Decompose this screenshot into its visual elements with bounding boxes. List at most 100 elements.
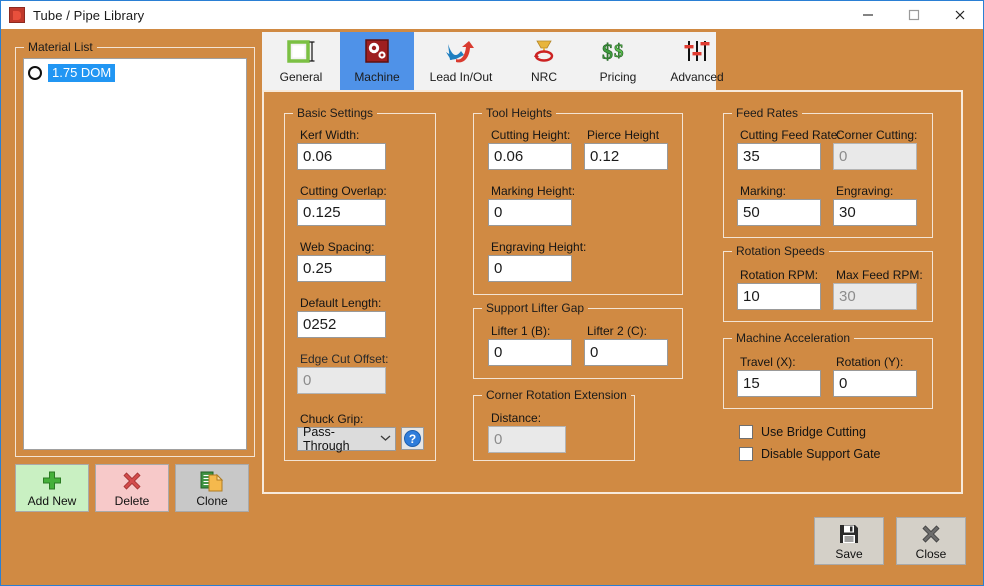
- marking-height-label: Marking Height:: [491, 184, 576, 198]
- clone-label: Clone: [196, 494, 228, 508]
- window-controls: [845, 1, 983, 29]
- add-new-button[interactable]: Add New: [15, 464, 89, 512]
- disable-support-gate-label: Disable Support Gate: [761, 447, 881, 461]
- travel-x-label: Travel (X):: [740, 355, 796, 369]
- close-label: Close: [915, 547, 947, 561]
- default-length-input[interactable]: 0252: [297, 311, 386, 338]
- tab-machine[interactable]: Machine: [340, 32, 414, 90]
- list-item[interactable]: 1.75 DOM: [28, 63, 246, 83]
- cutting-feed-rate-input[interactable]: 35: [737, 143, 821, 170]
- sliders-icon: [681, 37, 713, 67]
- save-label: Save: [835, 547, 863, 561]
- cutting-height-input[interactable]: 0.06: [488, 143, 572, 170]
- engraving-height-label: Engraving Height:: [491, 240, 587, 254]
- lifter2-label: Lifter 2 (C):: [587, 324, 648, 338]
- cutting-feed-rate-label: Cutting Feed Rate:: [740, 128, 841, 142]
- checkbox-icon[interactable]: [739, 425, 753, 439]
- window-title: Tube / Pipe Library: [33, 7, 145, 23]
- maximize-icon[interactable]: [891, 1, 937, 29]
- chevron-down-icon: [375, 434, 395, 445]
- max-feed-rpm-input: 30: [833, 283, 917, 310]
- edge-cut-offset-label: Edge Cut Offset:: [300, 352, 389, 366]
- svg-text:$: $: [602, 39, 613, 64]
- plus-icon: [40, 469, 64, 493]
- close-button[interactable]: Close: [896, 517, 966, 565]
- marking-label: Marking:: [740, 184, 787, 198]
- use-bridge-cutting-checkbox[interactable]: Use Bridge Cutting: [739, 425, 866, 439]
- chuck-grip-help-button[interactable]: ?: [401, 427, 424, 450]
- lifter2-input[interactable]: 0: [584, 339, 668, 366]
- tab-advanced-label: Advanced: [670, 70, 724, 84]
- checkbox-icon[interactable]: [739, 447, 753, 461]
- add-new-label: Add New: [27, 494, 77, 508]
- corner-cutting-input: 0: [833, 143, 917, 170]
- engraving-input[interactable]: 30: [833, 199, 917, 226]
- disable-support-gate-checkbox[interactable]: Disable Support Gate: [739, 447, 881, 461]
- pierce-height-input[interactable]: 0.12: [584, 143, 668, 170]
- cutting-overlap-input[interactable]: 0.125: [297, 199, 386, 226]
- minimize-icon[interactable]: [845, 1, 891, 29]
- corner-cutting-label: Corner Cutting:: [836, 128, 918, 142]
- marking-input[interactable]: 50: [737, 199, 821, 226]
- tool-heights-title: Tool Heights: [482, 106, 557, 120]
- rotation-y-label: Rotation (Y):: [836, 355, 904, 369]
- dollar-icon: $ $: [601, 37, 635, 67]
- tab-advanced[interactable]: Advanced: [658, 32, 736, 90]
- chuck-grip-select[interactable]: Pass-Through: [297, 425, 396, 453]
- web-spacing-label: Web Spacing:: [300, 240, 375, 254]
- nozzle-rotate-icon: [529, 37, 559, 67]
- radio-icon[interactable]: [28, 66, 42, 80]
- title-bar: Tube / Pipe Library: [1, 1, 983, 29]
- kerf-width-label: Kerf Width:: [300, 128, 360, 142]
- rotation-rpm-input[interactable]: 10: [737, 283, 821, 310]
- tab-nrc[interactable]: NRC: [510, 32, 578, 90]
- tube-pipe-library-window: Tube / Pipe Library Material List 1.75 D…: [0, 0, 984, 586]
- support-lifter-gap-title: Support Lifter Gap: [482, 301, 589, 315]
- distance-label: Distance:: [491, 411, 542, 425]
- lifter1-label: Lifter 1 (B):: [491, 324, 551, 338]
- cutting-overlap-label: Cutting Overlap:: [300, 184, 387, 198]
- web-spacing-input[interactable]: 0.25: [297, 255, 386, 282]
- cutting-height-label: Cutting Height:: [491, 128, 571, 142]
- rotation-rpm-label: Rotation RPM:: [740, 268, 819, 282]
- delete-label: Delete: [114, 494, 150, 508]
- delete-button[interactable]: Delete: [95, 464, 169, 512]
- tab-general-label: General: [279, 70, 323, 84]
- corner-rotation-extension-title: Corner Rotation Extension: [482, 388, 631, 402]
- app-icon: [9, 7, 25, 23]
- feed-rates-title: Feed Rates: [732, 106, 803, 120]
- question-mark-icon: ?: [404, 430, 421, 447]
- marking-height-input[interactable]: 0: [488, 199, 572, 226]
- pierce-height-label: Pierce Height: [587, 128, 660, 142]
- material-list[interactable]: 1.75 DOM: [23, 58, 247, 450]
- save-button[interactable]: Save: [814, 517, 884, 565]
- clone-button[interactable]: Clone: [175, 464, 249, 512]
- rotation-speeds-title: Rotation Speeds: [732, 244, 829, 258]
- engraving-height-input[interactable]: 0: [488, 255, 572, 282]
- tab-machine-label: Machine: [354, 70, 400, 84]
- lifter1-input[interactable]: 0: [488, 339, 572, 366]
- travel-x-input[interactable]: 15: [737, 370, 821, 397]
- tab-strip: General Machine Lead In/Out NRC $ $ Pric…: [262, 32, 724, 90]
- chuck-grip-value: Pass-Through: [303, 425, 350, 453]
- tab-general[interactable]: General: [264, 32, 338, 90]
- max-feed-rpm-label: Max Feed RPM:: [836, 268, 923, 282]
- machine-acceleration-title: Machine Acceleration: [732, 331, 855, 345]
- material-list-group: Material List 1.75 DOM: [15, 40, 255, 457]
- kerf-width-input[interactable]: 0.06: [297, 143, 386, 170]
- tab-nrc-label: NRC: [531, 70, 557, 84]
- x-icon: [919, 522, 943, 546]
- copy-icon: [199, 469, 225, 493]
- floppy-disk-icon: [838, 522, 860, 546]
- svg-text:$: $: [614, 41, 624, 62]
- rotation-y-input[interactable]: 0: [833, 370, 917, 397]
- distance-input: 0: [488, 426, 566, 453]
- tab-lead-in-out[interactable]: Lead In/Out: [416, 32, 506, 90]
- material-list-title: Material List: [24, 40, 97, 54]
- tab-pricing[interactable]: $ $ Pricing: [582, 32, 654, 90]
- list-item-label: 1.75 DOM: [48, 64, 116, 82]
- chuck-grip-label: Chuck Grip:: [300, 412, 364, 426]
- close-icon[interactable]: [937, 1, 983, 29]
- tab-pricing-label: Pricing: [599, 70, 637, 84]
- square-frame-icon: [286, 37, 316, 67]
